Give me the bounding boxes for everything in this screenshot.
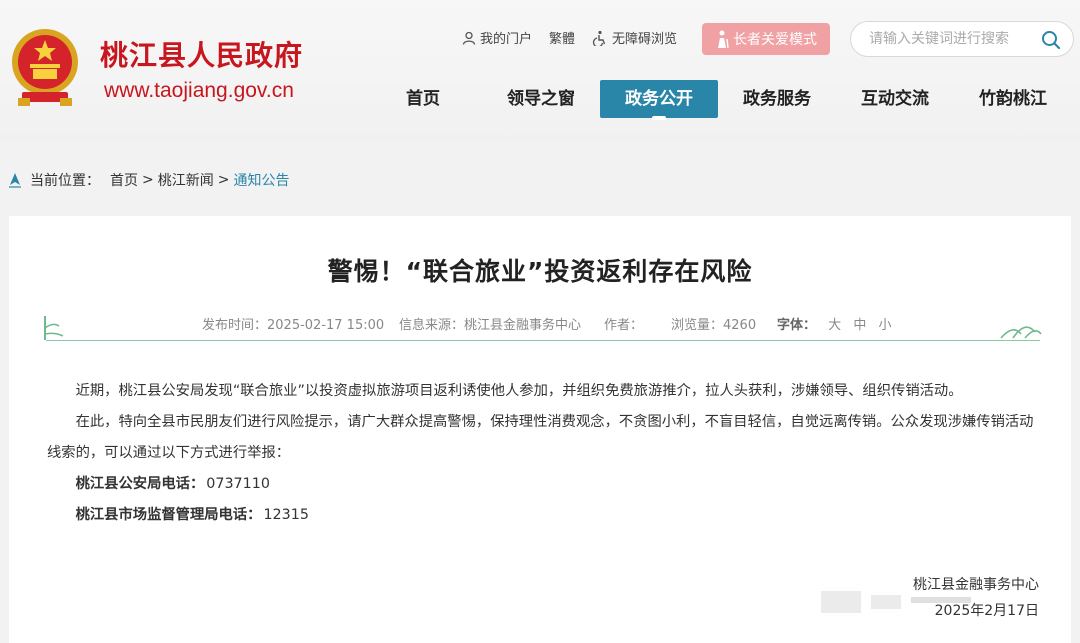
bamboo-decoration-icon [44, 316, 64, 340]
nav-leadership[interactable]: 领导之窗 [482, 80, 600, 118]
breadcrumb: 当前位置： 首页 > 桃江新闻 > 通知公告 [8, 170, 289, 190]
police-tel: 桃江县公安局电话： 0737110 [47, 469, 1047, 500]
article-panel: 警惕！“联合旅业”投资返利存在风险 发布时间：2025-02-17 15:00 … [9, 216, 1071, 643]
sign-date: 2025年2月17日 [934, 603, 1039, 619]
user-icon [462, 31, 476, 45]
search-input[interactable] [869, 31, 1049, 47]
nav-government-affairs[interactable]: 政务公开 [600, 80, 718, 120]
nav-interaction[interactable]: 互动交流 [836, 80, 954, 118]
font-size-large[interactable]: 大 [828, 318, 841, 333]
site-url: www.taojiang.gov.cn [104, 79, 294, 102]
accessibility-icon [592, 30, 606, 46]
publish-time: 发布时间：2025-02-17 15:00 [202, 318, 385, 333]
my-portal-label: 我的门户 [480, 32, 533, 47]
font-size-label: 字体： [777, 318, 817, 333]
article-title: 警惕！“联合旅业”投资返利存在风险 [327, 257, 753, 286]
nav-home[interactable]: 首页 [364, 80, 482, 118]
paragraph: 在此，特向全县市民朋友们进行风险提示，请广大群众提高警惕，保持理性消费观念，不贪… [47, 414, 1034, 461]
search-box [850, 21, 1074, 57]
nav-government-services[interactable]: 政务服务 [718, 80, 836, 118]
market-tel-number: 12315 [263, 507, 309, 523]
font-size-medium[interactable]: 中 [853, 318, 866, 333]
location-icon [9, 173, 21, 188]
nav-bamboo-taojiang[interactable]: 竹韵桃江 [954, 80, 1072, 118]
market-tel-label: 桃江县市场监督管理局电话： [75, 507, 262, 523]
view-count: 浏览量：4260 [671, 318, 757, 333]
breadcrumb-separator: > [217, 172, 230, 188]
info-source: 信息来源：桃江县金融事务中心 [399, 318, 582, 333]
national-emblem-icon [12, 29, 78, 106]
police-tel-number: 0737110 [206, 476, 270, 492]
search-icon[interactable] [1041, 30, 1061, 50]
traditional-chinese-link[interactable]: 繁體 [549, 28, 575, 47]
site-name: 桃江县人民政府 [100, 39, 304, 72]
breadcrumb-news[interactable]: 桃江新闻 [158, 170, 214, 190]
breadcrumb-separator: > [142, 172, 154, 188]
top-links: 我的门户 繁體 无障碍浏览 [462, 28, 694, 47]
elder-care-mode-label: 长者关爱模式 [733, 32, 817, 48]
sign-organization: 桃江县金融事务中心 [913, 577, 1039, 593]
author: 作者： [604, 318, 644, 333]
site-header: 桃江县人民政府 www.taojiang.gov.cn 我的门户 繁體 无障碍浏… [0, 0, 1080, 142]
breadcrumb-home[interactable]: 首页 [110, 170, 138, 190]
article-body: 近期，桃江县公安局发现“联合旅业”以投资虚拟旅游项目返利诱使他人参加，并组织免费… [47, 376, 1047, 531]
article-signature: 桃江县金融事务中心 2025年2月17日 [913, 572, 1039, 624]
elder-care-mode-button[interactable]: 长者关爱模式 [702, 23, 830, 55]
accessibility-link[interactable]: 无障碍浏览 [592, 28, 677, 47]
elder-icon [718, 30, 729, 48]
bamboo-leaf-decoration-icon [1000, 326, 1042, 339]
breadcrumb-label: 当前位置： [30, 173, 100, 189]
my-portal-link[interactable]: 我的门户 [462, 28, 532, 47]
breadcrumb-notices[interactable]: 通知公告 [233, 170, 289, 190]
police-tel-label: 桃江县公安局电话： [75, 476, 205, 492]
font-size-control: 字体： 大 中 小 [777, 314, 891, 333]
market-tel: 桃江县市场监督管理局电话： 12315 [47, 500, 1047, 531]
font-size-small[interactable]: 小 [878, 318, 891, 333]
accessibility-label: 无障碍浏览 [612, 32, 678, 47]
paragraph: 近期，桃江县公安局发现“联合旅业”以投资虚拟旅游项目返利诱使他人参加，并组织免费… [75, 383, 963, 399]
traditional-chinese-label: 繁體 [549, 32, 576, 47]
title-divider [46, 340, 1040, 341]
